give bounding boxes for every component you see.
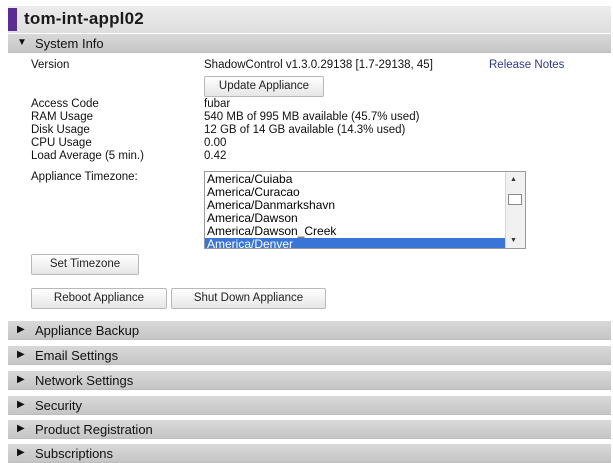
section-label-appliance-backup: Appliance Backup — [35, 323, 140, 338]
label-access-code: Access Code — [31, 98, 99, 110]
value-access-code: fubar — [204, 98, 231, 110]
section-header-system-info[interactable]: ▼ System Info — [8, 34, 611, 53]
release-notes-link[interactable]: Release Notes — [489, 59, 564, 71]
section-header-appliance-backup[interactable]: ▶ Appliance Backup — [8, 321, 611, 340]
triangle-down-icon: ▼ — [17, 37, 27, 48]
timezone-option-selected[interactable]: America/Denver — [205, 238, 505, 248]
reboot-appliance-button[interactable]: Reboot Appliance — [31, 288, 167, 309]
section-header-subscriptions[interactable]: ▶ Subscriptions — [8, 444, 611, 463]
section-label-network-settings: Network Settings — [35, 373, 134, 388]
triangle-right-icon: ▶ — [17, 324, 25, 335]
section-header-network-settings[interactable]: ▶ Network Settings — [8, 371, 611, 390]
triangle-right-icon: ▶ — [17, 399, 25, 410]
appliance-title-bar: tom-int-appl02 — [8, 6, 611, 33]
title-accent-bar — [8, 8, 17, 31]
value-cpu-usage: 0.00 — [204, 137, 227, 149]
scroll-down-arrow-icon[interactable]: ▼ — [510, 237, 517, 244]
shut-down-appliance-button[interactable]: Shut Down Appliance — [171, 288, 326, 309]
value-ram-usage: 540 MB of 995 MB available (45.7% used) — [204, 111, 420, 123]
appliance-title: tom-int-appl02 — [24, 9, 144, 28]
scrollbar-thumb[interactable] — [508, 194, 522, 205]
triangle-right-icon: ▶ — [17, 349, 25, 360]
value-disk-usage: 12 GB of 14 GB available (14.3% used) — [204, 124, 406, 136]
timezone-listbox[interactable]: America/Cuiaba America/Curacao America/D… — [204, 171, 526, 249]
section-header-email-settings[interactable]: ▶ Email Settings — [8, 346, 611, 365]
triangle-right-icon: ▶ — [17, 447, 25, 458]
scroll-up-arrow-icon[interactable]: ▲ — [510, 176, 517, 183]
triangle-right-icon: ▶ — [17, 423, 25, 434]
label-cpu-usage: CPU Usage — [31, 137, 92, 149]
section-header-security[interactable]: ▶ Security — [8, 396, 611, 415]
update-appliance-button[interactable]: Update Appliance — [204, 76, 324, 97]
label-version: Version — [31, 59, 70, 71]
value-load-average: 0.42 — [204, 150, 227, 162]
label-appliance-timezone: Appliance Timezone: — [31, 171, 138, 183]
section-label-system-info: System Info — [35, 36, 104, 51]
timezone-options: America/Cuiaba America/Curacao America/D… — [205, 173, 505, 248]
section-label-email-settings: Email Settings — [35, 348, 119, 363]
section-label-security: Security — [35, 398, 82, 413]
label-disk-usage: Disk Usage — [31, 124, 90, 136]
triangle-right-icon: ▶ — [17, 374, 25, 385]
value-version: ShadowControl v1.3.0.29138 [1.7-29138, 4… — [204, 59, 433, 71]
set-timezone-button[interactable]: Set Timezone — [31, 254, 139, 275]
timezone-scrollbar[interactable]: ▲ ▼ — [505, 172, 525, 248]
section-label-product-registration: Product Registration — [35, 422, 153, 437]
label-load-average: Load Average (5 min.) — [31, 150, 144, 162]
label-ram-usage: RAM Usage — [31, 111, 93, 123]
section-header-product-registration[interactable]: ▶ Product Registration — [8, 420, 611, 439]
